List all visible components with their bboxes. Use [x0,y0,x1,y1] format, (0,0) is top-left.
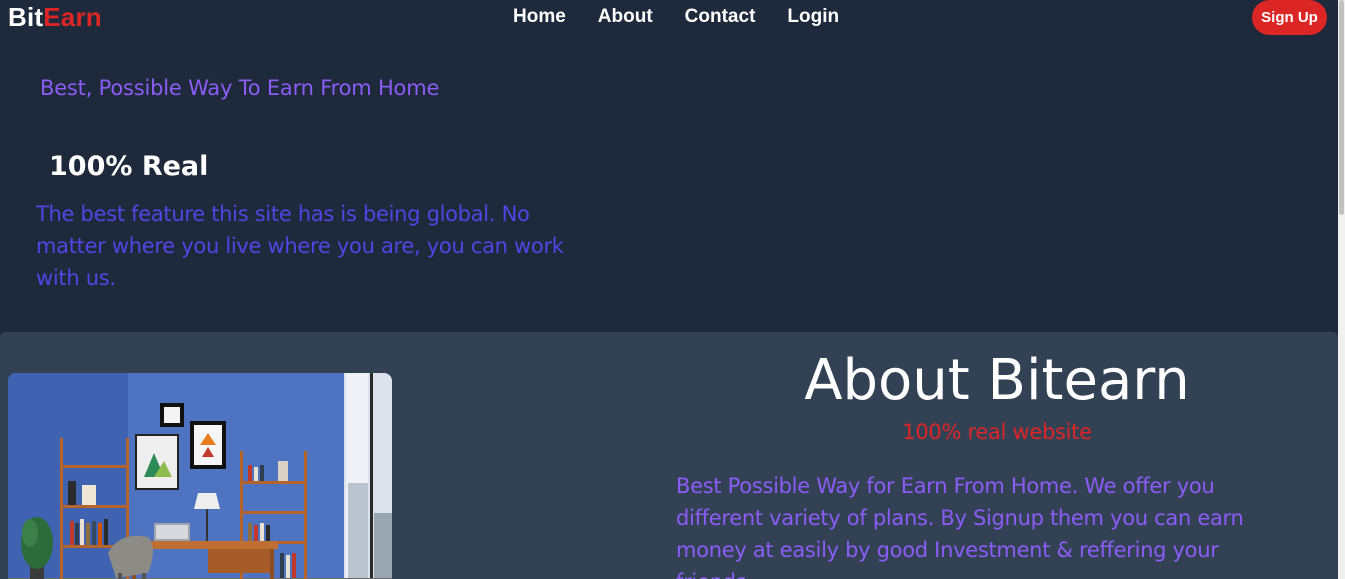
about-subtitle: 100% real website [902,420,1092,444]
signup-button[interactable]: Sign Up [1252,0,1327,35]
office-room-image [8,373,392,579]
site-logo[interactable]: BitEarn [8,2,102,33]
scrollbar-thumb[interactable] [1339,0,1344,215]
hero-heading: 100% Real [49,151,209,182]
about-text: Best Possible Way for Earn From Home. We… [676,474,1244,579]
hero-tagline: Best, Possible Way To Earn From Home [40,76,440,100]
nav-contact-link[interactable]: Contact [685,6,756,28]
page-scrollbar[interactable] [1338,0,1345,579]
nav-home-link[interactable]: Home [513,6,566,28]
navbar: BitEarn Home About Contact Login Sign Up [0,0,1338,36]
nav-links: Home About Contact Login [513,6,839,28]
about-title: About Bitearn [804,348,1190,413]
hero-text: The best feature this site has is being … [36,202,564,290]
logo-earn: Earn [43,2,102,32]
nav-login-link[interactable]: Login [787,6,839,28]
logo-bit: Bit [8,2,44,32]
nav-about-link[interactable]: About [598,6,653,28]
about-section: About Bitearn 100% real website Best Pos… [0,332,1338,579]
